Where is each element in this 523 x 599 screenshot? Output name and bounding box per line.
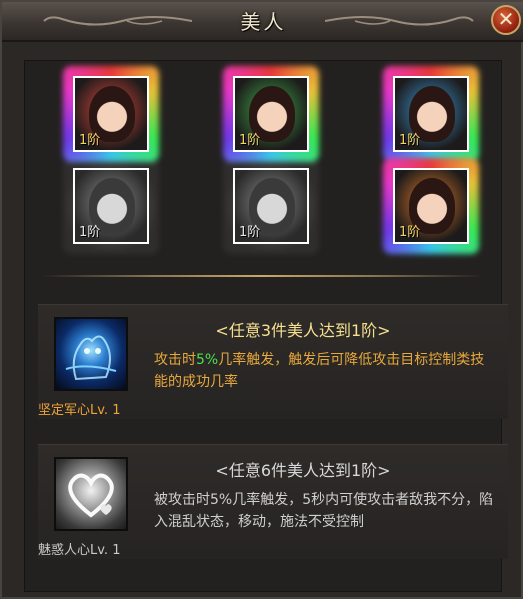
close-button[interactable]: ✕ [491, 5, 521, 35]
beauty-portrait-frame: 1阶 [393, 168, 469, 244]
beauty-level: 1阶 [79, 225, 101, 240]
skill-description-1: 攻击时5%几率触发，触发后可降低攻击目标控制类技能的成功几率 [154, 349, 494, 393]
beauty-slot[interactable]: 1阶 [223, 66, 319, 162]
beauty-slot[interactable]: 1阶 [223, 158, 319, 254]
beauty-portrait-frame: 1阶 [393, 76, 469, 152]
beauty-slot[interactable]: 1阶 [383, 158, 479, 254]
beauty-level: 1阶 [399, 133, 421, 148]
desc-prefix: 攻击时 [154, 352, 196, 368]
skill-requirement-2: <任意6件美人达到1阶> [215, 461, 391, 480]
divider [42, 275, 482, 277]
skill-requirement-1: <任意3件美人达到1阶> [215, 321, 391, 340]
skill-name-2: 魅惑人心Lv. 1 [38, 543, 121, 558]
title-bar: 美人 ✕ [2, 2, 523, 42]
spirit-warrior-icon [65, 335, 117, 381]
skill-description-2: 被攻击时5%几率触发，5秒内可使攻击者敌我不分，陷入混乱状态，移动，施法不受控制 [154, 492, 494, 530]
skill-icon-2[interactable] [54, 457, 128, 531]
beauty-level: 1阶 [79, 133, 101, 148]
beauty-slot[interactable]: 1阶 [63, 158, 159, 254]
beauty-portrait-frame: 1阶 [233, 168, 309, 244]
beauty-level: 1阶 [239, 225, 261, 240]
heart-icon [68, 473, 114, 518]
beauty-slot[interactable]: 1阶 [383, 66, 479, 162]
beauty-portrait-frame: 1阶 [73, 76, 149, 152]
beauty-window: 美人 ✕ 1阶 1阶 1阶 1阶 1阶 1阶 坚定军心Lv. 1 <任意3件美人达到1阶>… [0, 0, 523, 599]
title-ornament-right-icon [325, 16, 474, 26]
skill-name-1: 坚定军心Lv. 1 [38, 403, 121, 418]
beauty-portrait-frame: 1阶 [73, 168, 149, 244]
skill-panel-1: 坚定军心Lv. 1 <任意3件美人达到1阶> 攻击时5%几率触发，触发后可降低攻… [38, 304, 508, 419]
desc-highlight: 5% [196, 352, 219, 368]
skill-icon-1[interactable] [54, 317, 128, 391]
beauty-level: 1阶 [399, 225, 421, 240]
beauty-slot[interactable]: 1阶 [63, 66, 159, 162]
beauty-portrait-frame: 1阶 [233, 76, 309, 152]
skill-panel-2: 魅惑人心Lv. 1 <任意6件美人达到1阶> 被攻击时5%几率触发，5秒内可使攻… [38, 444, 508, 559]
beauty-level: 1阶 [239, 133, 261, 148]
